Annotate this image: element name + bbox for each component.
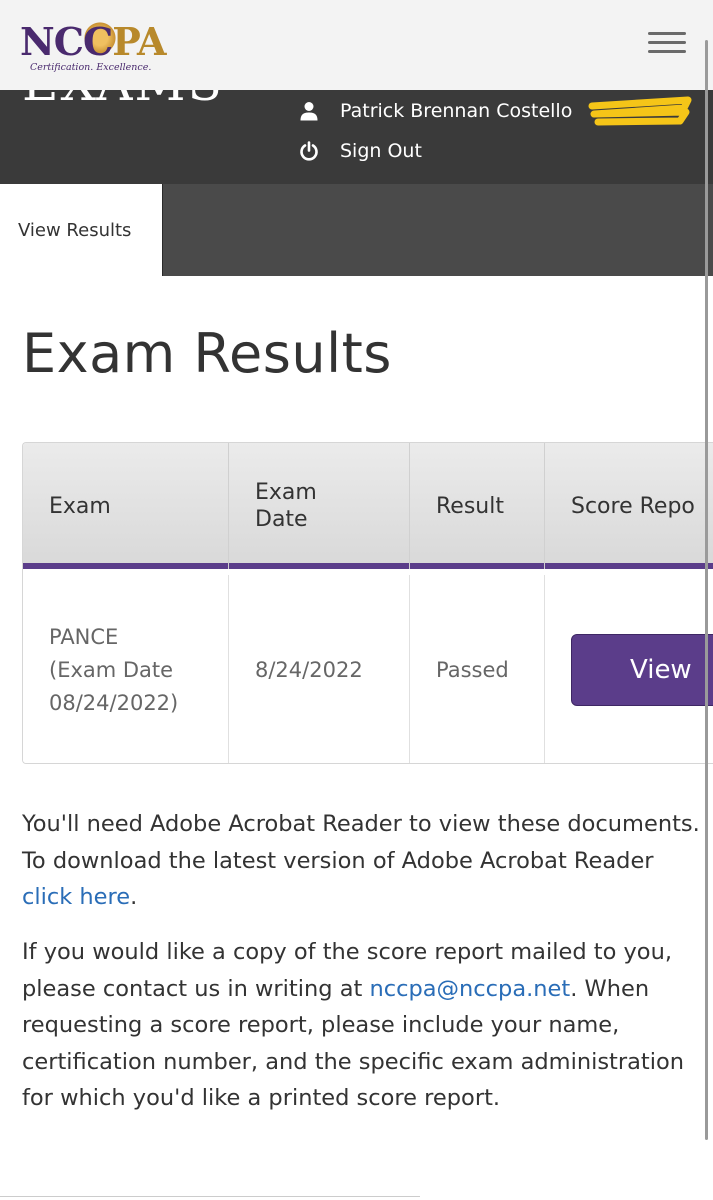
scrollbar[interactable]	[705, 40, 708, 1140]
cell-exam-line1: PANCE	[49, 624, 119, 649]
table-row: PANCE (Exam Date 08/24/2022) 8/24/2022 P…	[23, 575, 713, 763]
mail-request-notice: If you would like a copy of the score re…	[22, 934, 702, 1117]
footer-divider	[0, 1196, 420, 1197]
sign-out-label: Sign Out	[340, 140, 422, 162]
user-band: EXAMS Patrick Brennan Costello Sign Out	[0, 90, 713, 184]
power-icon	[298, 139, 320, 163]
logo-tagline: Certification. Excellence.	[30, 62, 152, 73]
top-bar: NCCPA Certification. Excellence.	[0, 0, 713, 90]
logo-letters-left: NC	[20, 19, 84, 64]
user-name: Patrick Brennan Costello	[340, 100, 573, 122]
hamburger-line	[648, 41, 686, 44]
acrobat-notice-end: .	[130, 884, 138, 910]
column-header-result: Result	[410, 443, 545, 569]
cell-exam-line3: 08/24/2022)	[49, 690, 179, 715]
tab-view-results[interactable]: View Results	[0, 184, 162, 276]
user-name-row[interactable]: Patrick Brennan Costello	[298, 96, 572, 126]
nccpa-logo[interactable]: NCCPA Certification. Excellence.	[20, 18, 180, 76]
column-header-exam-date-line1: Exam	[255, 480, 317, 505]
acrobat-notice: You'll need Adobe Acrobat Reader to view…	[22, 806, 702, 916]
sign-out-link[interactable]: Sign Out	[298, 136, 422, 166]
cell-result: Passed	[410, 575, 545, 763]
hamburger-icon[interactable]	[648, 32, 686, 54]
cell-score-report: View	[545, 575, 713, 763]
view-score-report-button[interactable]: View	[571, 634, 713, 706]
cell-exam-line2: (Exam Date	[49, 657, 174, 682]
acrobat-notice-text: You'll need Adobe Acrobat Reader to view…	[22, 811, 700, 874]
contact-email-link[interactable]: nccpa@nccpa.net	[369, 976, 570, 1002]
tab-bar-filler	[162, 184, 713, 276]
logo-letter-c: C	[82, 19, 113, 64]
column-header-exam: Exam	[23, 443, 229, 569]
page-title: Exam Results	[22, 322, 392, 385]
hamburger-line	[648, 32, 686, 35]
logo-letters-right: PA	[112, 19, 166, 64]
logo-wordmark: NCCPA	[20, 18, 167, 66]
column-header-score-report: Score Repo	[571, 493, 695, 519]
exam-results-table: Exam Exam Date Result Score Repo PANCE (…	[22, 442, 713, 764]
tab-bar: View Results	[0, 184, 713, 276]
redaction-scribble	[588, 96, 698, 126]
column-header-exam-date-line2: Date	[255, 507, 308, 532]
user-icon	[298, 99, 320, 123]
table-header: Exam Exam Date Result Score Repo	[23, 443, 713, 569]
acrobat-download-link[interactable]: click here	[22, 884, 130, 910]
cell-exam: PANCE (Exam Date 08/24/2022)	[23, 575, 229, 763]
cell-exam-date: 8/24/2022	[229, 575, 410, 763]
column-header-exam-date: Exam Date	[229, 443, 410, 569]
section-title-cut: EXAMS	[22, 90, 224, 112]
hamburger-line	[648, 50, 686, 53]
